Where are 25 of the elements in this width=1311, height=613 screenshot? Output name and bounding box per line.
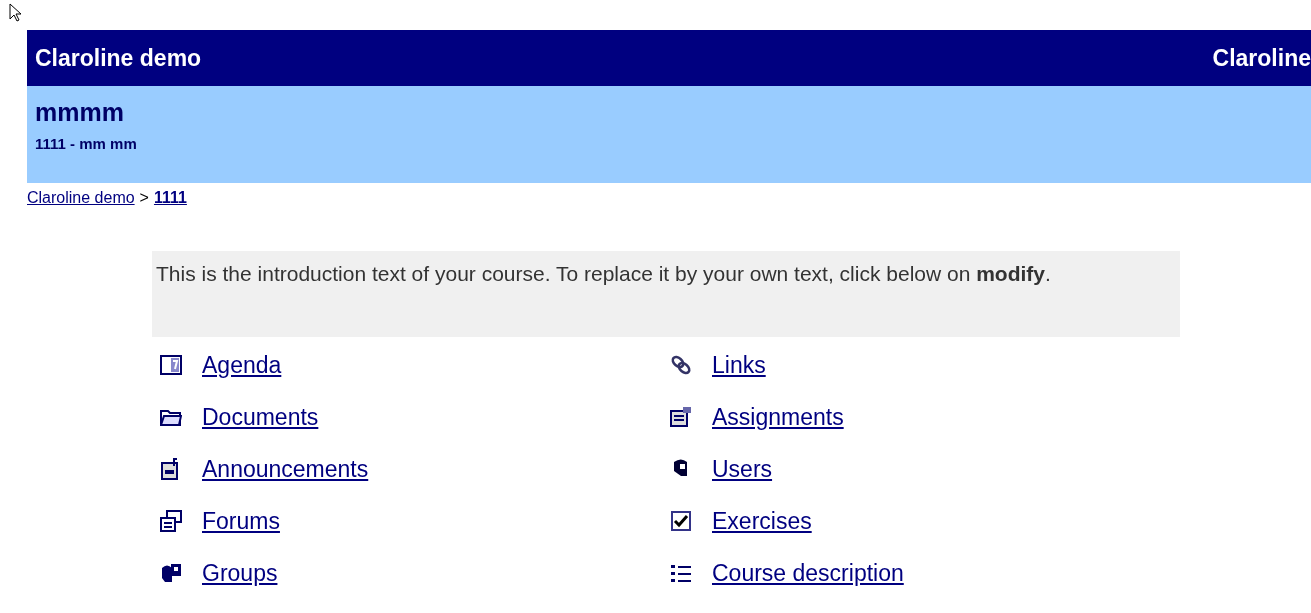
- platform-name: Claroline: [1212, 44, 1311, 72]
- chain-link-icon: [670, 354, 692, 376]
- forum-icon: [160, 510, 182, 532]
- tool-link[interactable]: Course description: [712, 559, 904, 587]
- campus-title: Claroline demo: [35, 44, 202, 72]
- checkbox-icon: [670, 510, 692, 532]
- breadcrumb-link[interactable]: Claroline demo: [27, 189, 135, 207]
- tool-link[interactable]: Exercises: [712, 507, 812, 535]
- tool-link[interactable]: Announcements: [202, 455, 369, 483]
- tool-link[interactable]: Documents: [202, 403, 319, 431]
- group-icon: [160, 562, 182, 584]
- breadcrumb-separator: >: [139, 189, 149, 207]
- course-code: 1111 - mm mm: [35, 135, 138, 152]
- tool-link[interactable]: Links: [712, 351, 766, 379]
- tool-link[interactable]: Groups: [202, 559, 278, 587]
- calendar-icon: [160, 354, 182, 376]
- tool-link[interactable]: Forums: [202, 507, 280, 535]
- breadcrumb-link[interactable]: 1111: [153, 189, 187, 207]
- mouse-pointer-icon: [9, 3, 23, 23]
- tool-link[interactable]: Agenda: [202, 351, 282, 379]
- list-icon: [670, 562, 692, 584]
- tool-link[interactable]: Assignments: [712, 403, 844, 431]
- tool-link[interactable]: Users: [712, 455, 773, 483]
- course-introduction: This is the introduction text of your course. To replace it by your own text, click below on modify.: [152, 251, 1180, 337]
- course-title: mmmm: [35, 98, 125, 127]
